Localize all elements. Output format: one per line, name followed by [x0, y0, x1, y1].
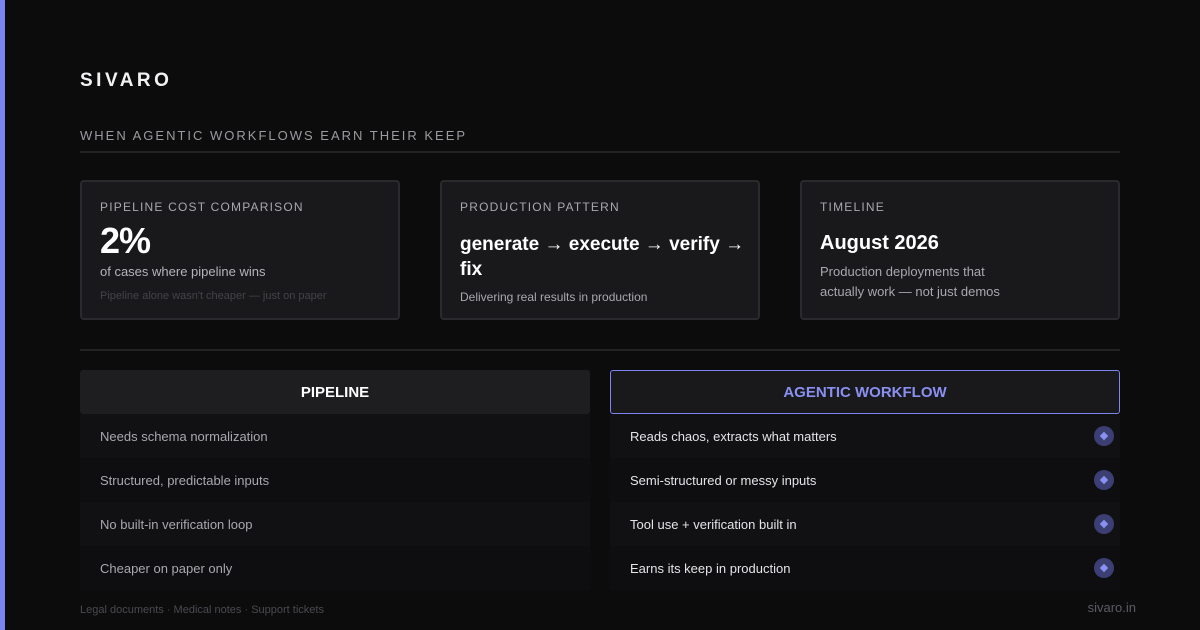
- agentic-row: Tool use + verification built in: [610, 502, 1120, 546]
- diamond-icon: [1094, 426, 1114, 446]
- agentic-row: Semi-structured or messy inputs: [610, 458, 1120, 502]
- card-label: PIPELINE COST COMPARISON: [100, 200, 304, 214]
- agentic-row-label: Tool use + verification built in: [630, 516, 797, 532]
- accent-bar: [0, 0, 5, 630]
- diamond-icon: [1094, 558, 1114, 578]
- pipeline-column: PIPELINE Needs schema normalization Stru…: [80, 370, 590, 590]
- agentic-column: AGENTIC WORKFLOW Reads chaos, extracts w…: [610, 370, 1120, 590]
- agentic-row-label: Earns its keep in production: [630, 560, 791, 576]
- timeline-description: Production deployments that actually wor…: [820, 264, 1000, 299]
- agentic-row-label: Reads chaos, extracts what matters: [630, 428, 837, 444]
- pipeline-row: Cheaper on paper only: [80, 546, 590, 590]
- card-label: TIMELINE: [820, 200, 885, 214]
- page-kicker: WHEN AGENTIC WORKFLOWS EARN THEIR KEEP: [80, 128, 468, 143]
- stat-caption: of cases where pipeline wins: [100, 264, 266, 279]
- pattern-caption: Delivering real results in production: [460, 290, 648, 304]
- card-timeline: TIMELINE August 2026 Production deployme…: [800, 180, 1120, 320]
- pipeline-row: Needs schema normalization: [80, 414, 590, 458]
- card-production-pattern: PRODUCTION PATTERN generate → execute → …: [440, 180, 760, 320]
- stat-value: 2%: [100, 220, 151, 261]
- agentic-row-label: Semi-structured or messy inputs: [630, 472, 817, 488]
- pipeline-row: Structured, predictable inputs: [80, 458, 590, 502]
- stat-note: Pipeline alone wasn't cheaper — just on …: [100, 290, 327, 302]
- diamond-icon: [1094, 514, 1114, 534]
- agentic-row: Earns its keep in production: [610, 546, 1120, 590]
- pipeline-row: No built-in verification loop: [80, 502, 590, 546]
- card-label: PRODUCTION PATTERN: [460, 200, 620, 214]
- timeline-date: August 2026: [820, 232, 939, 254]
- footer-site-link[interactable]: sivaro.in: [1088, 600, 1136, 615]
- pattern-headline: generate → execute → verify → fix: [460, 234, 745, 280]
- agentic-column-header: AGENTIC WORKFLOW: [610, 370, 1120, 414]
- divider-middle: [80, 349, 1120, 351]
- agentic-row: Reads chaos, extracts what matters: [610, 414, 1120, 458]
- pipeline-column-header: PIPELINE: [80, 370, 590, 414]
- divider-top: [80, 151, 1120, 153]
- footer-tags: Legal documents · Medical notes · Suppor…: [80, 604, 324, 616]
- diamond-icon: [1094, 470, 1114, 490]
- brand-logo: SIVARO: [80, 70, 173, 91]
- card-pipeline-cost: PIPELINE COST COMPARISON 2% of cases whe…: [80, 180, 400, 320]
